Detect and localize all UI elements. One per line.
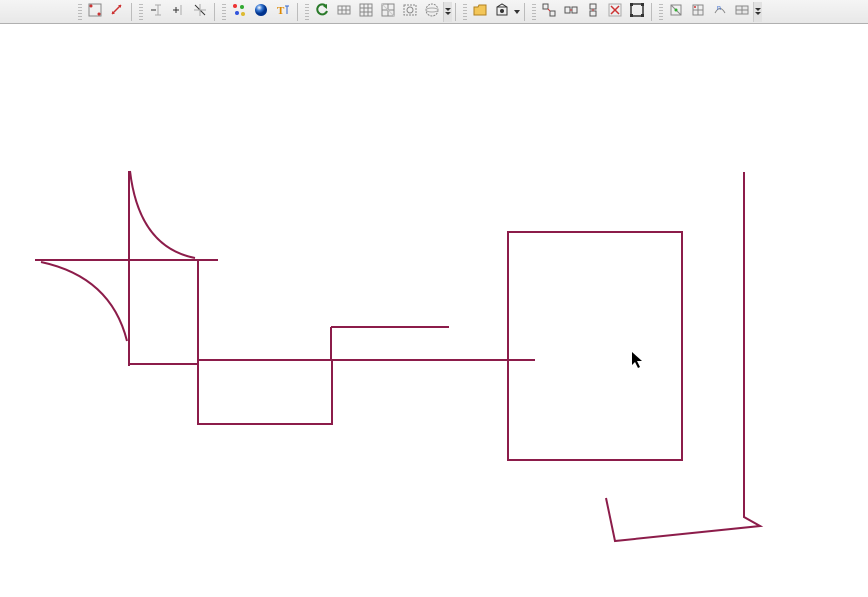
toolbar-separator [131, 3, 132, 21]
toolbar-grip[interactable] [305, 3, 309, 21]
constrain-a-icon [541, 2, 557, 21]
constrain-c-icon [585, 2, 601, 21]
insert-text-button[interactable]: T [272, 2, 294, 22]
toolbar-grip[interactable] [222, 3, 226, 21]
svg-text:T: T [277, 5, 285, 17]
mesh-wire-a-icon [336, 2, 352, 21]
annotate-minus-icon [148, 2, 164, 21]
make-non-periodic-button[interactable] [84, 2, 106, 22]
mesh-op-a-icon [668, 2, 684, 21]
toolbar-separator [651, 3, 652, 21]
mesh-wire-b-button[interactable] [355, 2, 377, 22]
mesh-op-b-button[interactable] [687, 2, 709, 22]
color-sphere-icon [253, 2, 269, 21]
refresh-icon [314, 2, 330, 21]
bounding-sphere-button[interactable] [421, 2, 443, 22]
mesh-op-c-button[interactable]: n [709, 2, 731, 22]
insert-text-icon: T [275, 2, 291, 21]
reverse-contour-button[interactable] [106, 2, 128, 22]
toolbar-grip[interactable] [659, 3, 663, 21]
mesh-op-d-icon [734, 2, 750, 21]
make-non-periodic-icon [87, 2, 103, 21]
bounding-sphere-icon [424, 2, 440, 21]
bounding-area-button[interactable] [399, 2, 421, 22]
mesh-wire-b-icon [358, 2, 374, 21]
mesh-op-b-icon [690, 2, 706, 21]
sketch-rect[interactable] [129, 260, 198, 364]
toolbar-overflow-button[interactable] [753, 2, 762, 22]
constrain-a-button[interactable] [538, 2, 560, 22]
open-sketch-button[interactable] [469, 2, 491, 22]
toolbar-grip[interactable] [78, 3, 82, 21]
rainbow-points-button[interactable] [228, 2, 250, 22]
constrain-c-button[interactable] [582, 2, 604, 22]
annotate-divide-button[interactable] [189, 2, 211, 22]
mouse-cursor-icon [632, 352, 644, 368]
toolbar-grip[interactable] [139, 3, 143, 21]
select-frame-icon [629, 2, 645, 21]
annotate-plus-icon [170, 2, 186, 21]
open-sketch-icon [472, 2, 488, 21]
clear-constraints-button[interactable] [604, 2, 626, 22]
toolbar-separator [524, 3, 525, 21]
mesh-wire-a-button[interactable] [333, 2, 355, 22]
reverse-contour-icon [109, 2, 125, 21]
refresh-button[interactable] [311, 2, 333, 22]
sketch-arc[interactable] [130, 171, 195, 258]
constrain-b-icon [563, 2, 579, 21]
profile-mode-button[interactable] [491, 2, 513, 22]
toolbar-separator [455, 3, 456, 21]
annotate-divide-icon [192, 2, 208, 21]
toolbar-separator [214, 3, 215, 21]
sketch-canvas[interactable] [0, 25, 868, 597]
sketch-rect[interactable] [198, 360, 332, 424]
toolbar-overflow-button[interactable] [443, 2, 452, 22]
dropdown-arrow-icon[interactable] [513, 2, 521, 22]
clear-constraints-icon [607, 2, 623, 21]
sketch-arc[interactable] [41, 262, 127, 341]
toolbar: Tn [0, 0, 868, 24]
toolbar-grip[interactable] [463, 3, 467, 21]
toolbar-grip[interactable] [532, 3, 536, 21]
sketch-rect[interactable] [508, 232, 682, 460]
constrain-b-button[interactable] [560, 2, 582, 22]
mesh-op-d-button[interactable] [731, 2, 753, 22]
annotate-plus-button[interactable] [167, 2, 189, 22]
annotate-minus-button[interactable] [145, 2, 167, 22]
toolbar-separator [297, 3, 298, 21]
rainbow-points-icon [231, 2, 247, 21]
profile-mode-icon [494, 2, 510, 21]
svg-text:n: n [717, 5, 721, 12]
mesh-wire-c-icon [380, 2, 396, 21]
mesh-op-a-button[interactable] [665, 2, 687, 22]
select-frame-button[interactable] [626, 2, 648, 22]
mesh-wire-c-button[interactable] [377, 2, 399, 22]
color-sphere-button[interactable] [250, 2, 272, 22]
mesh-op-c-icon: n [712, 2, 728, 21]
bounding-area-icon [402, 2, 418, 21]
